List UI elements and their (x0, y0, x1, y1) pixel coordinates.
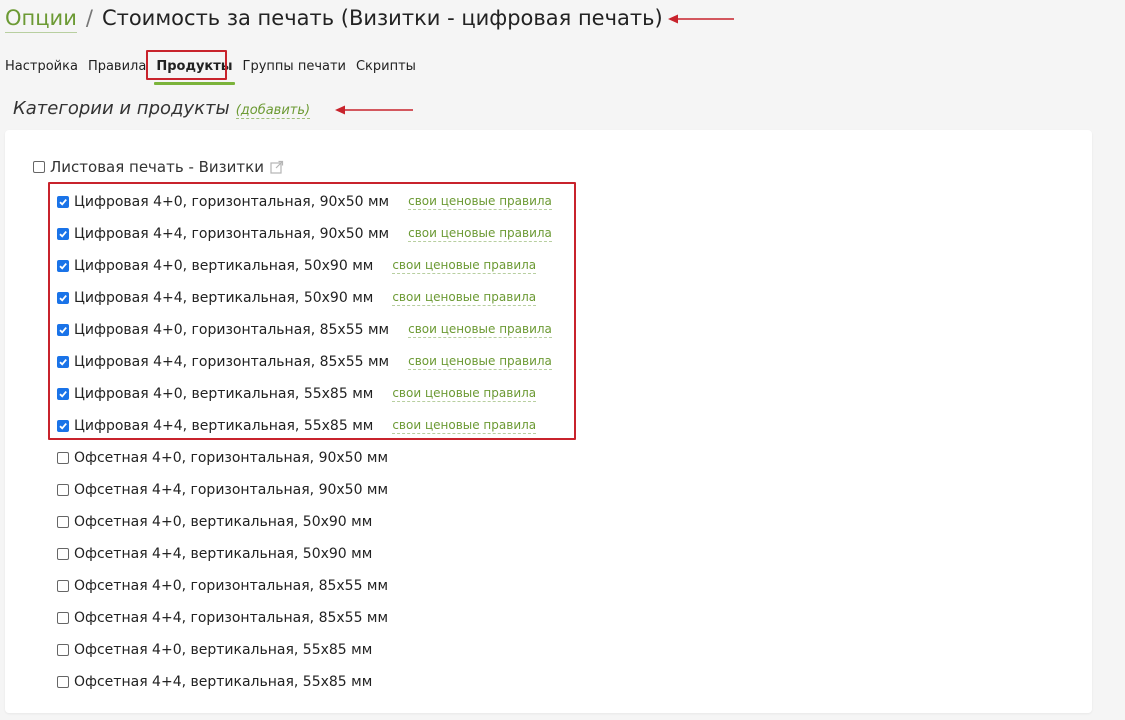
product-row: Цифровая 4+4, вертикальная, 50x90 мм свои… (57, 287, 537, 309)
section-header: Категории и продукты (добавить) (13, 98, 311, 119)
product-label: Цифровая 4+0, горизонтальная, 90x50 мм (74, 194, 390, 210)
product-checkbox[interactable] (57, 260, 69, 272)
product-label: Офсетная 4+4, вертикальная, 50x90 мм (74, 546, 373, 562)
external-link-icon[interactable] (270, 160, 284, 174)
tab-1[interactable]: Правила (83, 52, 151, 82)
product-label: Цифровая 4+0, горизонтальная, 85x55 мм (74, 322, 390, 338)
product-checkbox[interactable] (57, 356, 69, 368)
custom-price-rules-link[interactable]: свои ценовые правила (392, 418, 537, 434)
custom-price-rules-link[interactable]: свои ценовые правила (408, 354, 552, 370)
add-category-link[interactable]: (добавить) (235, 103, 311, 119)
tabs-bar: Настройка Правила Продукты Группы печати Скр… (0, 50, 421, 85)
custom-price-rules-link[interactable]: свои ценовые правила (408, 226, 552, 242)
product-checkbox[interactable] (57, 676, 69, 688)
product-label: Офсетная 4+0, горизонтальная, 90x50 мм (74, 450, 389, 466)
product-checkbox[interactable] (57, 580, 69, 592)
product-checkbox[interactable] (57, 324, 69, 336)
product-label: Офсетная 4+0, вертикальная, 55x85 мм (74, 642, 373, 658)
annotation-arrow-title (668, 14, 734, 24)
breadcrumb-separator: / (85, 6, 93, 30)
category-label: Листовая печать - Визитки (50, 158, 264, 176)
page-title: Стоимость за печать (Визитки - цифровая … (101, 6, 663, 30)
product-row: Цифровая 4+0, вертикальная, 50x90 мм свои… (57, 255, 537, 277)
product-row: Офсетная 4+0, горизонтальная, 85x55 мм (57, 575, 388, 597)
product-checkbox[interactable] (57, 228, 69, 240)
product-checkbox[interactable] (57, 548, 69, 560)
custom-price-rules-link[interactable]: свои ценовые правила (408, 194, 552, 210)
tab-3[interactable]: Группы печати (238, 52, 351, 82)
product-checkbox[interactable] (57, 484, 69, 496)
product-row: Офсетная 4+0, вертикальная, 55x85 мм (57, 639, 372, 661)
product-label: Цифровая 4+4, вертикальная, 50x90 мм (74, 290, 374, 306)
custom-price-rules-link[interactable]: свои ценовые правила (392, 290, 537, 306)
product-label: Цифровая 4+4, горизонтальная, 90x50 мм (74, 226, 390, 242)
product-checkbox[interactable] (57, 612, 69, 624)
section-title: Категории и продукты (13, 98, 230, 119)
product-label: Офсетная 4+4, горизонтальная, 90x50 мм (74, 482, 389, 498)
product-label: Цифровая 4+4, вертикальная, 55x85 мм (74, 418, 374, 434)
tab-4[interactable]: Скрипты (351, 52, 421, 82)
product-checkbox[interactable] (57, 420, 69, 432)
product-checkbox[interactable] (57, 516, 69, 528)
product-label: Офсетная 4+4, горизонтальная, 85x55 мм (74, 610, 389, 626)
product-label: Офсетная 4+4, вертикальная, 55x85 мм (74, 674, 373, 690)
product-row: Цифровая 4+4, горизонтальная, 85x55 мм св… (57, 351, 552, 373)
product-row: Офсетная 4+4, горизонтальная, 90x50 мм (57, 479, 388, 501)
product-row: Цифровая 4+0, горизонтальная, 90x50 мм св… (57, 191, 552, 213)
product-row: Офсетная 4+0, вертикальная, 50x90 мм (57, 511, 372, 533)
product-checkbox[interactable] (57, 292, 69, 304)
product-row: Офсетная 4+4, вертикальная, 55x85 мм (57, 671, 372, 693)
category-row: Листовая печать - Визитки (33, 156, 284, 178)
product-row: Офсетная 4+4, вертикальная, 50x90 мм (57, 543, 372, 565)
product-row: Цифровая 4+4, горизонтальная, 90x50 мм св… (57, 223, 552, 245)
tab-2[interactable]: Продукты (151, 52, 237, 85)
product-row: Цифровая 4+0, вертикальная, 55x85 мм свои… (57, 383, 537, 405)
product-checkbox[interactable] (57, 388, 69, 400)
product-row: Цифровая 4+0, горизонтальная, 85x55 мм св… (57, 319, 552, 341)
product-label: Цифровая 4+4, горизонтальная, 85x55 мм (74, 354, 390, 370)
product-label: Цифровая 4+0, вертикальная, 50x90 мм (74, 258, 374, 274)
product-checkbox[interactable] (57, 644, 69, 656)
custom-price-rules-link[interactable]: свои ценовые правила (392, 386, 537, 402)
product-label: Цифровая 4+0, вертикальная, 55x85 мм (74, 386, 374, 402)
breadcrumb-link-options[interactable]: Опции (5, 4, 77, 33)
product-row: Цифровая 4+4, вертикальная, 55x85 мм свои… (57, 415, 537, 437)
custom-price-rules-link[interactable]: свои ценовые правила (392, 258, 537, 274)
product-row: Офсетная 4+0, горизонтальная, 90x50 мм (57, 447, 388, 469)
custom-price-rules-link[interactable]: свои ценовые правила (408, 322, 552, 338)
product-checkbox[interactable] (57, 452, 69, 464)
product-row: Офсетная 4+4, горизонтальная, 85x55 мм (57, 607, 388, 629)
category-checkbox[interactable] (33, 161, 45, 173)
product-checkbox[interactable] (57, 196, 69, 208)
product-label: Офсетная 4+0, вертикальная, 50x90 мм (74, 514, 373, 530)
annotation-arrow-section (335, 105, 413, 115)
product-label: Офсетная 4+0, горизонтальная, 85x55 мм (74, 578, 389, 594)
tab-0[interactable]: Настройка (0, 52, 83, 82)
breadcrumb: Опции / Стоимость за печать (Визитки - ц… (5, 4, 663, 38)
